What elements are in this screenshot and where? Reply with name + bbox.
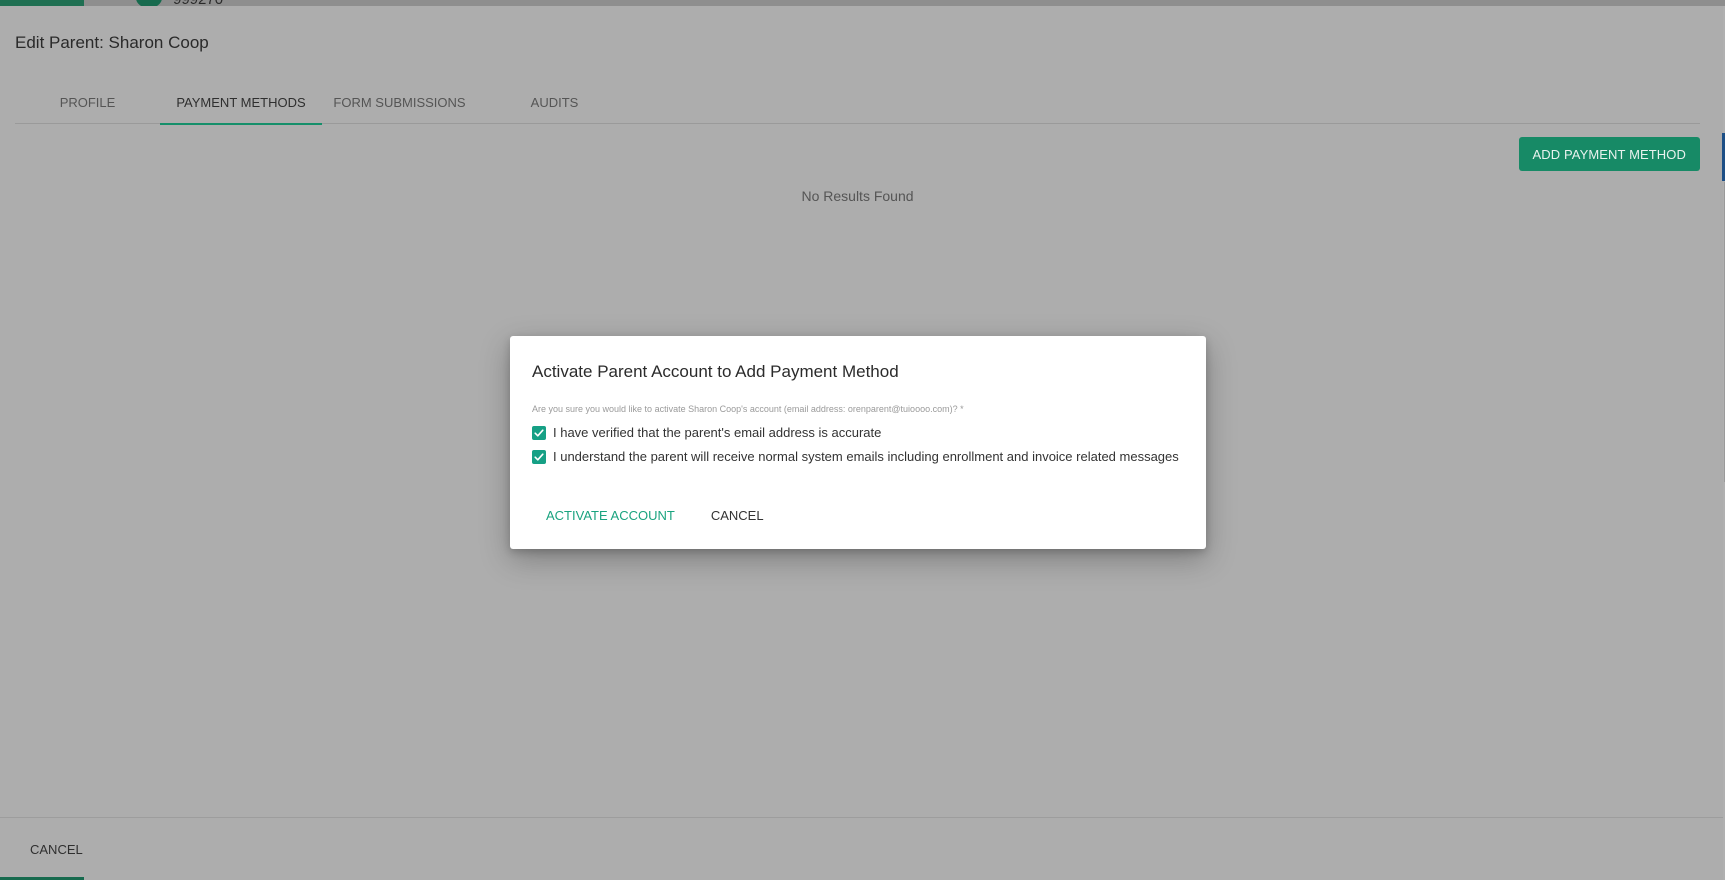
tab-audits[interactable]: AUDITS [477,81,632,124]
edit-footer: CANCEL [0,817,1723,880]
page-title: Edit Parent: Sharon Coop [15,33,209,52]
add-payment-method-button[interactable]: ADD PAYMENT METHOD [1518,137,1700,171]
verify-email-checkbox-row[interactable]: I have verified that the parent's email … [532,425,881,440]
system-emails-label: I understand the parent will receive nor… [553,449,1179,464]
dialog-actions: ACTIVATE ACCOUNT CANCEL [546,508,764,523]
tab-bar: PROFILE PAYMENT METHODS FORM SUBMISSIONS… [15,81,1700,125]
verify-email-checkbox[interactable] [532,425,546,440]
system-emails-checkbox-row[interactable]: I understand the parent will receive nor… [532,449,1179,464]
tab-payment-methods[interactable]: PAYMENT METHODS [160,81,322,125]
footer-cancel-button[interactable]: CANCEL [30,842,83,857]
dialog-prompt: Are you sure you would like to activate … [532,404,964,414]
tab-profile[interactable]: PROFILE [15,81,160,124]
checkmark-icon [534,428,544,437]
activate-account-button[interactable]: ACTIVATE ACCOUNT [546,508,675,523]
tab-form-submissions[interactable]: FORM SUBMISSIONS [322,81,477,124]
system-emails-checkbox[interactable] [532,449,546,464]
verify-email-label: I have verified that the parent's email … [553,425,882,440]
dialog-title: Activate Parent Account to Add Payment M… [532,362,899,381]
checkmark-icon [534,452,544,461]
dialog-cancel-button[interactable]: CANCEL [711,508,764,523]
empty-results-message: No Results Found [801,188,914,204]
activate-account-dialog: Activate Parent Account to Add Payment M… [510,336,1206,549]
